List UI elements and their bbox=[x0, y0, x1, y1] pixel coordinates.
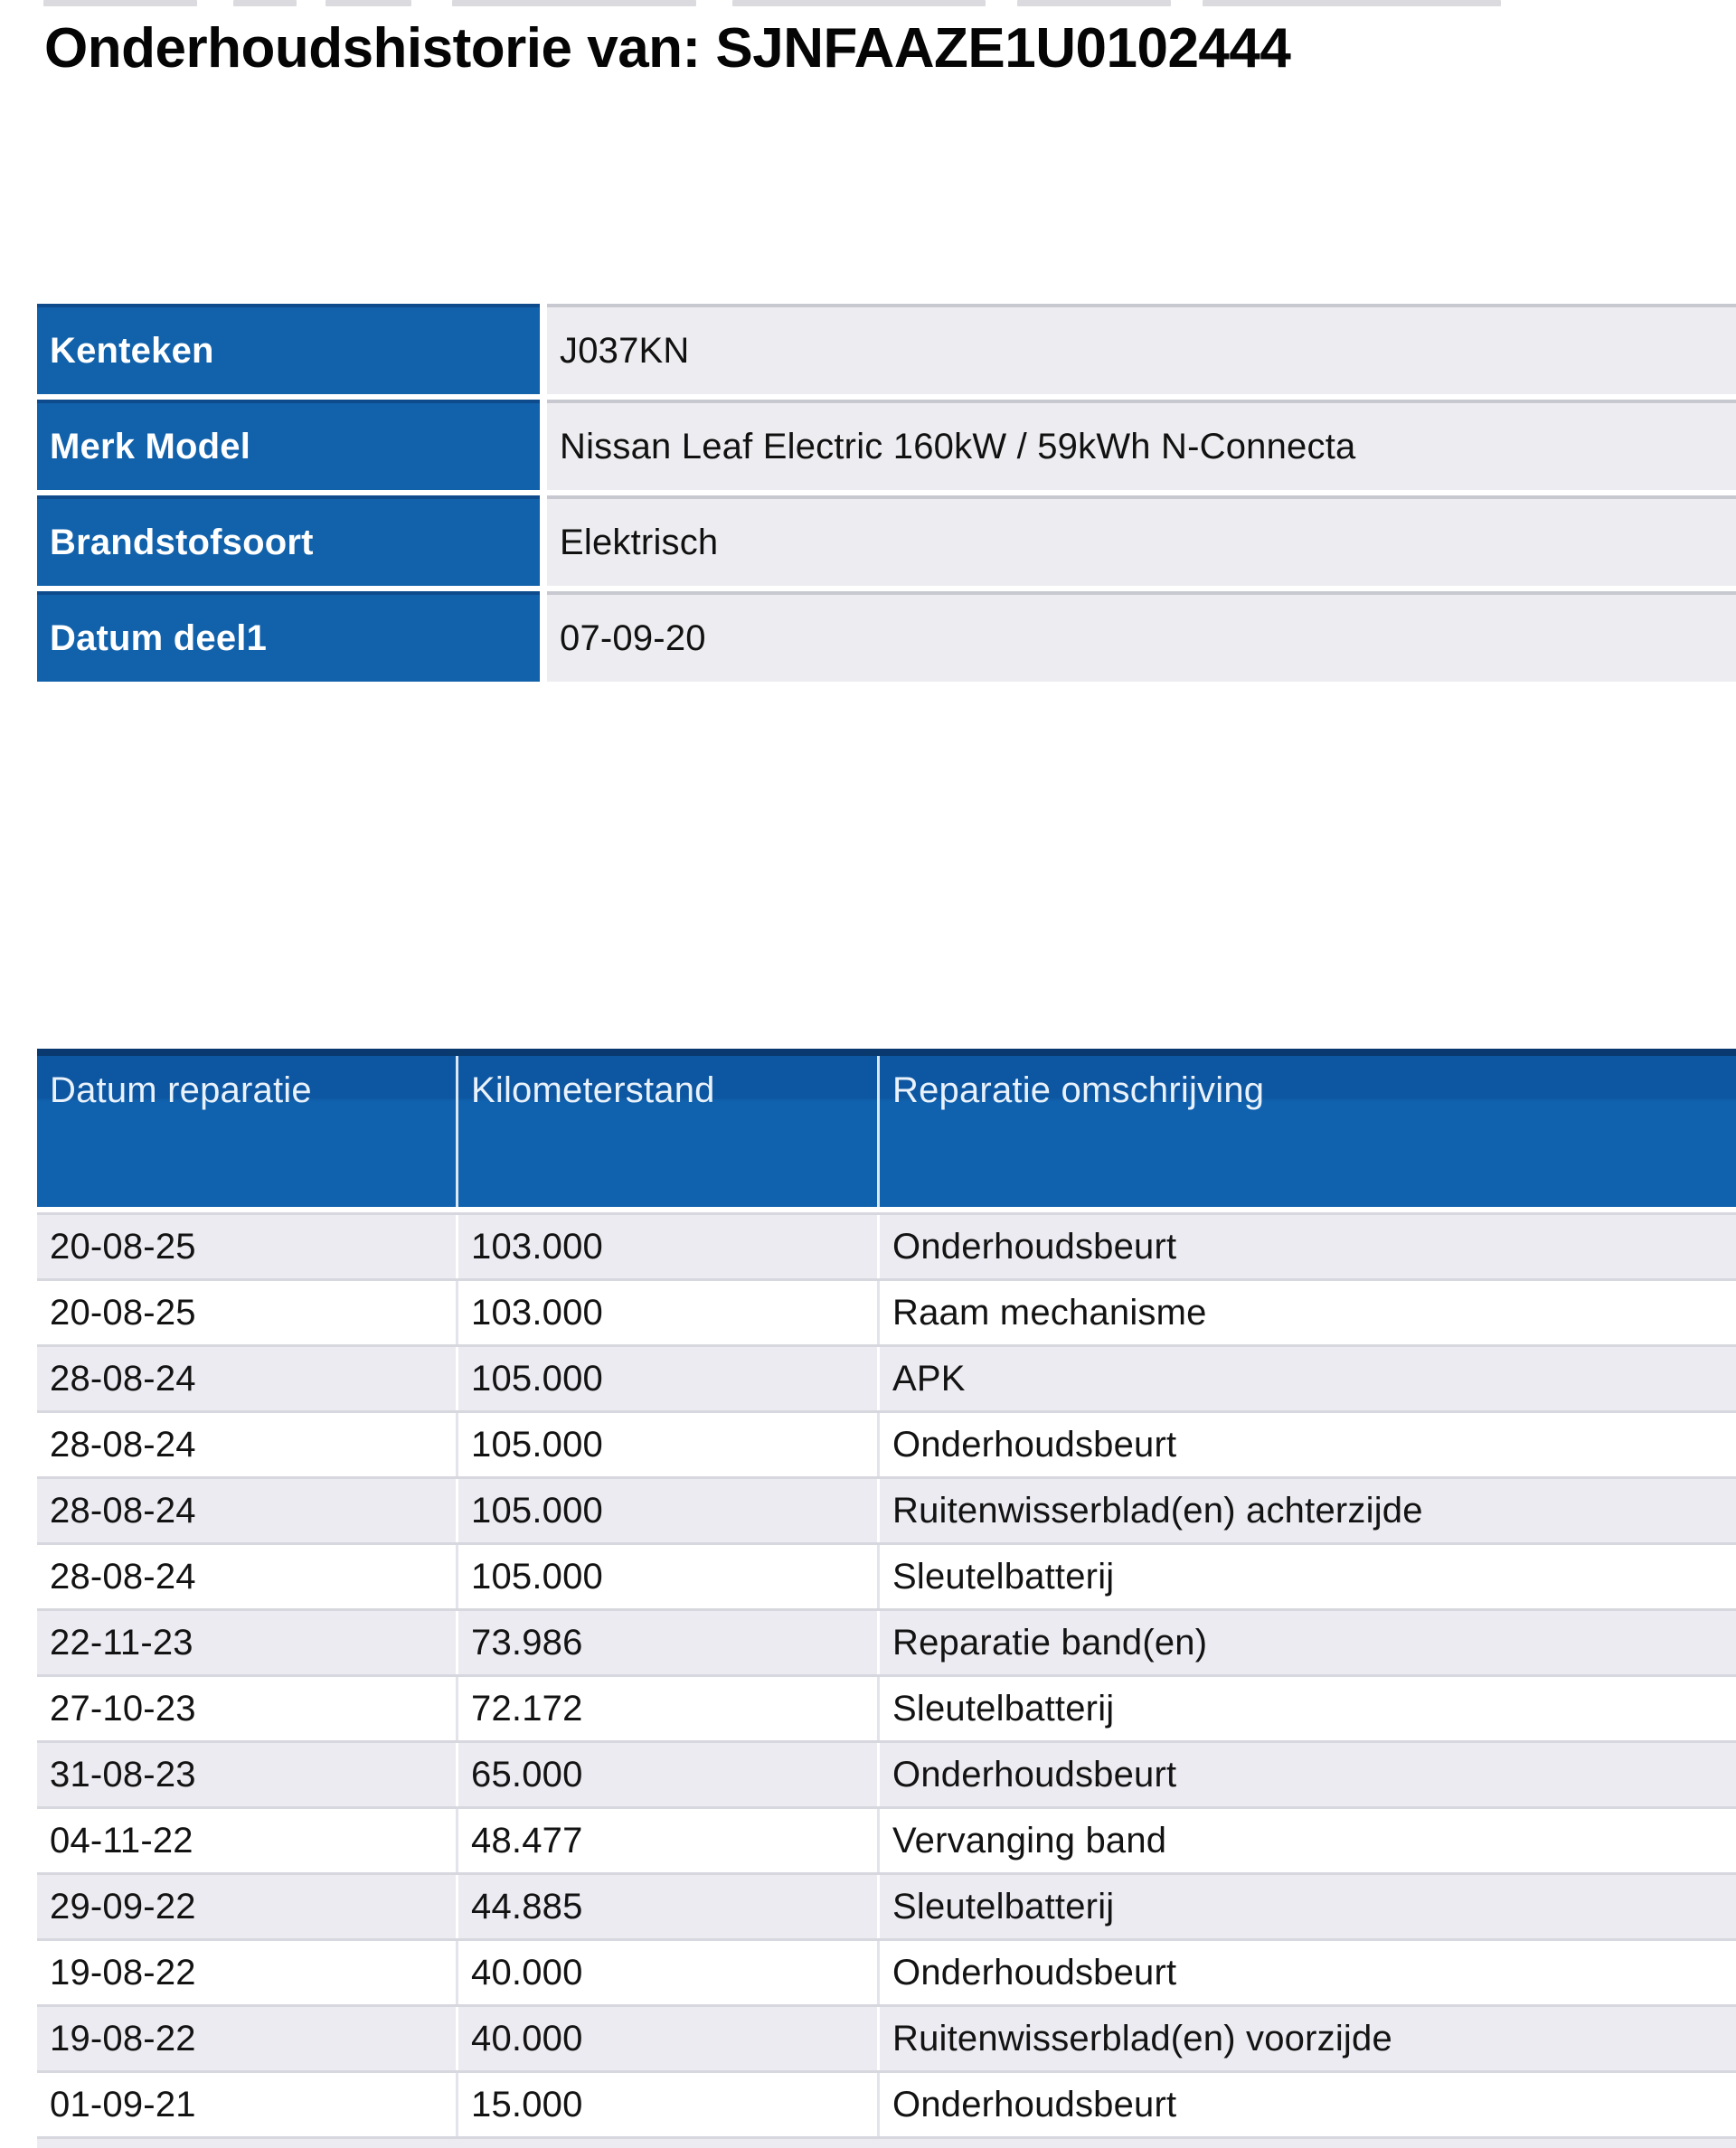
repair-description-cell: Onderhoudsbeurt bbox=[880, 1743, 1736, 1806]
repair-date-cell: 31-08-23 bbox=[37, 1743, 458, 1806]
repair-date-cell: 28-08-24 bbox=[37, 1413, 458, 1476]
table-row: 04-11-22 48.477 Vervanging band bbox=[37, 1806, 1736, 1872]
table-row: 20-08-25 103.000 Raam mechanisme bbox=[37, 1278, 1736, 1344]
repair-description-cell: Vervanging band bbox=[880, 1809, 1736, 1872]
repair-description-cell: Onderhoudsbeurt bbox=[880, 2073, 1736, 2136]
odometer-cell: 72.172 bbox=[458, 1677, 880, 1740]
clipped-text-fragment bbox=[1017, 0, 1171, 6]
info-row-label: Kenteken bbox=[37, 304, 540, 394]
info-row-value: Nissan Leaf Electric 160kW / 59kWh N-Con… bbox=[547, 400, 1736, 490]
repair-description-cell: APK bbox=[880, 1347, 1736, 1410]
repair-description-cell: Sleutelbatterij bbox=[880, 1677, 1736, 1740]
odometer-cell: 73.986 bbox=[458, 1611, 880, 1674]
repair-description-cell: Ruitenwisserblad(en) achterzijde bbox=[880, 1479, 1736, 1542]
table-row: 28-08-24 105.000 Onderhoudsbeurt bbox=[37, 1410, 1736, 1476]
odometer-cell: 40.000 bbox=[458, 2007, 880, 2070]
maintenance-history-page: Onderhoudshistorie van: SJNFAAZE1U010244… bbox=[0, 0, 1736, 2148]
repair-date-cell: 04-11-22 bbox=[37, 1809, 458, 1872]
clipped-text-fragment bbox=[326, 0, 411, 6]
clipped-text-fragment bbox=[732, 0, 986, 6]
odometer-cell bbox=[458, 2139, 880, 2148]
repair-description-cell bbox=[880, 2139, 1736, 2148]
table-row: 29-09-22 44.885 Sleutelbatterij bbox=[37, 1872, 1736, 1938]
odometer-cell: 105.000 bbox=[458, 1545, 880, 1608]
odometer-cell: 105.000 bbox=[458, 1479, 880, 1542]
repair-date-cell: 01-09-21 bbox=[37, 2073, 458, 2136]
column-header-description: Reparatie omschrijving bbox=[880, 1056, 1736, 1207]
maintenance-history-table: Datum reparatie Kilometerstand Reparatie… bbox=[37, 1049, 1736, 2148]
clipped-text-fragment bbox=[452, 0, 696, 6]
table-row: 20-08-25 103.000 Onderhoudsbeurt bbox=[37, 1212, 1736, 1278]
info-row-label: Merk Model bbox=[37, 400, 540, 490]
repair-date-cell: 22-11-23 bbox=[37, 1611, 458, 1674]
repair-description-cell: Raam mechanisme bbox=[880, 1281, 1736, 1344]
repair-date-cell: 20-08-25 bbox=[37, 1281, 458, 1344]
odometer-cell: 65.000 bbox=[458, 1743, 880, 1806]
info-row-label: Brandstofsoort bbox=[37, 495, 540, 586]
table-row: 27-10-23 72.172 Sleutelbatterij bbox=[37, 1674, 1736, 1740]
odometer-cell: 40.000 bbox=[458, 1941, 880, 2004]
odometer-cell: 44.885 bbox=[458, 1875, 880, 1938]
repair-date-cell: 28-08-24 bbox=[37, 1545, 458, 1608]
odometer-cell: 103.000 bbox=[458, 1215, 880, 1278]
clipped-text-fragment bbox=[1203, 0, 1501, 6]
maintenance-table-body: 20-08-25 103.000 Onderhoudsbeurt 20-08-2… bbox=[37, 1212, 1736, 2136]
repair-description-cell: Onderhoudsbeurt bbox=[880, 1215, 1736, 1278]
repair-date-cell bbox=[37, 2139, 458, 2148]
table-row: 28-08-24 105.000 APK bbox=[37, 1344, 1736, 1410]
repair-description-cell: Onderhoudsbeurt bbox=[880, 1413, 1736, 1476]
odometer-cell: 105.000 bbox=[458, 1347, 880, 1410]
repair-description-cell: Sleutelbatterij bbox=[880, 1545, 1736, 1608]
table-row: 19-08-22 40.000 Ruitenwisserblad(en) voo… bbox=[37, 2004, 1736, 2070]
odometer-cell: 48.477 bbox=[458, 1809, 880, 1872]
repair-date-cell: 19-08-22 bbox=[37, 1941, 458, 2004]
repair-date-cell: 19-08-22 bbox=[37, 2007, 458, 2070]
column-header-repair-date: Datum reparatie bbox=[37, 1056, 458, 1207]
table-row: 28-08-24 105.000 Sleutelbatterij bbox=[37, 1542, 1736, 1608]
table-row: 01-09-21 15.000 Onderhoudsbeurt bbox=[37, 2070, 1736, 2136]
table-row-partial bbox=[37, 2136, 1736, 2148]
repair-date-cell: 28-08-24 bbox=[37, 1347, 458, 1410]
info-row-label: Datum deel1 bbox=[37, 591, 540, 682]
table-row: 28-08-24 105.000 Ruitenwisserblad(en) ac… bbox=[37, 1476, 1736, 1542]
table-row: 19-08-22 40.000 Onderhoudsbeurt bbox=[37, 1938, 1736, 2004]
table-row: 22-11-23 73.986 Reparatie band(en) bbox=[37, 1608, 1736, 1674]
vehicle-info-table: Kenteken J037KN Merk Model Nissan Leaf E… bbox=[37, 304, 1736, 682]
clipped-text-fragment bbox=[0, 0, 1736, 6]
repair-description-cell: Sleutelbatterij bbox=[880, 1875, 1736, 1938]
column-header-odometer: Kilometerstand bbox=[458, 1056, 880, 1207]
clipped-text-fragment bbox=[43, 0, 197, 6]
table-row: 31-08-23 65.000 Onderhoudsbeurt bbox=[37, 1740, 1736, 1806]
repair-date-cell: 29-09-22 bbox=[37, 1875, 458, 1938]
repair-description-cell: Onderhoudsbeurt bbox=[880, 1941, 1736, 2004]
repair-date-cell: 20-08-25 bbox=[37, 1215, 458, 1278]
repair-description-cell: Ruitenwisserblad(en) voorzijde bbox=[880, 2007, 1736, 2070]
repair-description-cell: Reparatie band(en) bbox=[880, 1611, 1736, 1674]
repair-date-cell: 28-08-24 bbox=[37, 1479, 458, 1542]
repair-date-cell: 27-10-23 bbox=[37, 1677, 458, 1740]
maintenance-table-header: Datum reparatie Kilometerstand Reparatie… bbox=[37, 1049, 1736, 1207]
odometer-cell: 103.000 bbox=[458, 1281, 880, 1344]
odometer-cell: 105.000 bbox=[458, 1413, 880, 1476]
page-title: Onderhoudshistorie van: SJNFAAZE1U010244… bbox=[44, 16, 1290, 80]
info-row-value: Elektrisch bbox=[547, 495, 1736, 586]
info-row-value: 07-09-20 bbox=[547, 591, 1736, 682]
odometer-cell: 15.000 bbox=[458, 2073, 880, 2136]
info-row-value: J037KN bbox=[547, 304, 1736, 394]
clipped-text-fragment bbox=[233, 0, 297, 6]
